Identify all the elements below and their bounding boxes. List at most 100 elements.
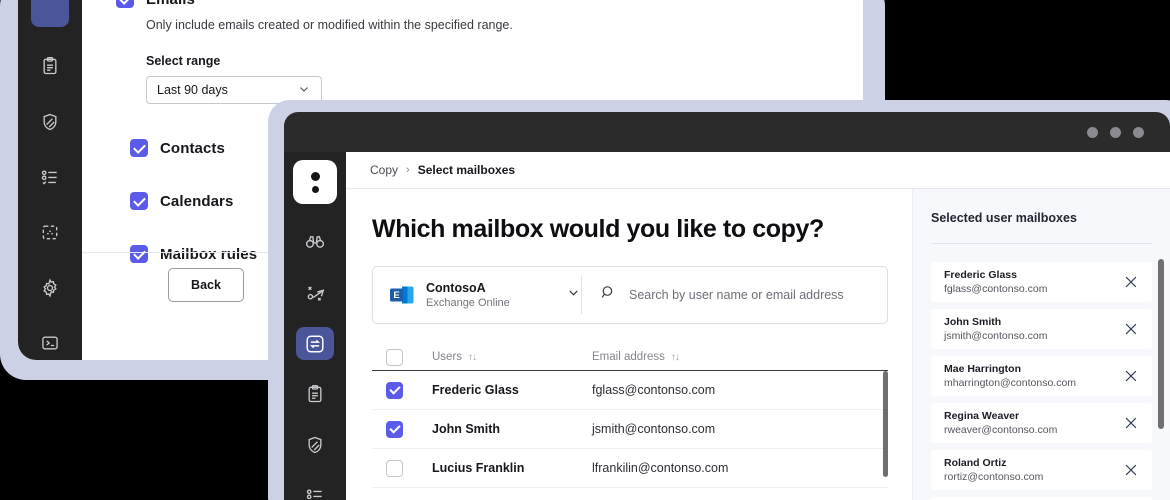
chevron-down-icon bbox=[297, 82, 311, 99]
panel-divider bbox=[931, 243, 1152, 244]
table-body: Frederic Glass fglass@contonso.com John … bbox=[372, 370, 888, 488]
window-dot-minimize[interactable] bbox=[1087, 126, 1098, 138]
list-item-text: John Smith jsmith@contonso.com bbox=[944, 316, 1122, 342]
close-icon[interactable] bbox=[1122, 367, 1140, 385]
selected-panel-title: Selected user mailboxes bbox=[931, 211, 1077, 225]
calendars-label: Calendars bbox=[160, 192, 234, 210]
tenant-selector[interactable]: E ContosoA Exchange Online bbox=[373, 281, 581, 309]
search-field[interactable]: Search by user name or email address bbox=[582, 284, 887, 306]
row-checkbox[interactable] bbox=[386, 381, 403, 399]
select-all-cell[interactable] bbox=[386, 348, 432, 366]
search-input[interactable]: Search by user name or email address bbox=[629, 288, 844, 302]
table-row[interactable]: John Smith jsmith@contonso.com bbox=[372, 410, 888, 449]
calendars-checkbox[interactable] bbox=[130, 192, 148, 210]
clipboard-icon bbox=[40, 56, 60, 76]
list-item-email: jsmith@contonso.com bbox=[944, 330, 1048, 342]
svg-text:E: E bbox=[393, 290, 399, 301]
sidebar-item-tasks[interactable] bbox=[296, 479, 334, 500]
list-item-text: Frederic Glass fglass@contonso.com bbox=[944, 269, 1122, 295]
users-table: Users ↑↓ Email address ↑↓ Frederic Glass… bbox=[372, 344, 888, 488]
close-icon[interactable] bbox=[1122, 320, 1140, 338]
list-item-email: rweaver@contonso.com bbox=[944, 424, 1058, 436]
sidebar-item-terminal[interactable] bbox=[31, 327, 69, 360]
main-pane: Which mailbox would you like to copy? E bbox=[346, 189, 912, 500]
sidebar-item-discovery[interactable] bbox=[296, 226, 334, 259]
emails-checkbox-row[interactable]: Emails bbox=[116, 0, 835, 8]
sidebar-item-clipboard[interactable] bbox=[31, 49, 69, 82]
tenant-subtitle: Exchange Online bbox=[426, 297, 510, 309]
sidebar-item-checklist[interactable] bbox=[31, 160, 69, 193]
sidebar-item-settings[interactable] bbox=[31, 271, 69, 304]
sidebar-item-shield[interactable] bbox=[31, 105, 69, 138]
emails-help-text: Only include emails created or modified … bbox=[146, 18, 513, 32]
checklist-icon bbox=[40, 167, 60, 187]
title-bar bbox=[284, 112, 1170, 152]
selected-panel-scrollbar[interactable] bbox=[1158, 259, 1164, 429]
list-item[interactable]: Mae Harrington mharrington@contonso.com bbox=[931, 356, 1152, 396]
row-checkbox[interactable] bbox=[386, 459, 403, 477]
list-item-text: Roland Ortiz rortiz@contonso.com bbox=[944, 457, 1122, 483]
list-item-email: mharrington@contonso.com bbox=[944, 377, 1077, 389]
select-range-value: Last 90 days bbox=[157, 83, 228, 97]
breadcrumb-root[interactable]: Copy bbox=[370, 163, 398, 177]
column-header-email[interactable]: Email address ↑↓ bbox=[592, 351, 888, 363]
column-header-users[interactable]: Users ↑↓ bbox=[432, 351, 592, 363]
terminal-icon bbox=[40, 333, 60, 353]
search-icon bbox=[600, 284, 617, 306]
emails-label: Emails bbox=[146, 0, 195, 8]
sidebar-item-active-tile[interactable] bbox=[31, 0, 69, 28]
select-all-checkbox[interactable] bbox=[386, 348, 403, 366]
row-select-cell[interactable] bbox=[386, 420, 432, 438]
checklist-icon bbox=[305, 486, 325, 500]
selected-mailboxes-list: Frederic Glass fglass@contonso.com John … bbox=[931, 262, 1152, 500]
table-row[interactable]: Lucius Franklin lfrankilin@contonso.com bbox=[372, 449, 888, 488]
breadcrumb-separator-icon: › bbox=[406, 164, 410, 176]
window-dot-maximize[interactable] bbox=[1110, 126, 1121, 138]
emails-checkbox[interactable] bbox=[116, 0, 134, 8]
app-logo bbox=[293, 160, 337, 204]
tenant-search-bar: E ContosoA Exchange Online Search by use… bbox=[372, 266, 888, 324]
list-item-text: Regina Weaver rweaver@contonso.com bbox=[944, 410, 1122, 436]
chevron-down-icon bbox=[566, 285, 581, 305]
row-select-cell[interactable] bbox=[386, 381, 432, 399]
sidebar-item-copy[interactable] bbox=[296, 327, 334, 361]
mailbox-rules-checkbox[interactable] bbox=[130, 245, 148, 263]
list-item-name: Frederic Glass bbox=[944, 269, 1017, 281]
contacts-checkbox[interactable] bbox=[130, 139, 148, 157]
list-item-name: John Smith bbox=[944, 316, 1002, 328]
two-dots-logo-icon bbox=[310, 171, 320, 181]
list-item-name: Roland Ortiz bbox=[944, 457, 1007, 469]
page-title: Which mailbox would you like to copy? bbox=[372, 215, 824, 243]
clipboard-icon bbox=[305, 384, 325, 404]
table-row[interactable]: Frederic Glass fglass@contonso.com bbox=[372, 371, 888, 410]
close-icon[interactable] bbox=[1122, 461, 1140, 479]
contacts-label: Contacts bbox=[160, 139, 225, 157]
sort-icon[interactable]: ↑↓ bbox=[468, 352, 477, 363]
close-icon[interactable] bbox=[1122, 273, 1140, 291]
sort-icon[interactable]: ↑↓ bbox=[671, 352, 680, 363]
binoculars-icon bbox=[304, 231, 326, 253]
list-item[interactable]: John Smith jsmith@contonso.com bbox=[931, 309, 1152, 349]
breadcrumb-current: Select mailboxes bbox=[417, 163, 516, 177]
window-dot-close[interactable] bbox=[1133, 126, 1144, 138]
row-select-cell[interactable] bbox=[386, 459, 432, 477]
row-user-email: lfrankilin@contonso.com bbox=[592, 461, 729, 475]
table-scrollbar[interactable] bbox=[883, 371, 888, 477]
sidebar-item-migration[interactable] bbox=[296, 277, 334, 310]
sidebar-item-calendar[interactable] bbox=[31, 216, 69, 249]
list-item[interactable]: Regina Weaver rweaver@contonso.com bbox=[931, 403, 1152, 443]
back-button[interactable]: Back bbox=[168, 268, 244, 302]
sidebar-item-reports[interactable] bbox=[296, 378, 334, 411]
close-icon[interactable] bbox=[1122, 414, 1140, 432]
shield-icon bbox=[40, 112, 60, 132]
list-item-email: rortiz@contonso.com bbox=[944, 471, 1044, 483]
screenshot-stage: Emails Only include emails created or mo… bbox=[0, 0, 1170, 500]
panes: Which mailbox would you like to copy? E bbox=[346, 189, 1170, 500]
selected-mailboxes-panel: Selected user mailboxes Frederic Glass f… bbox=[912, 189, 1170, 500]
row-checkbox[interactable] bbox=[386, 420, 403, 438]
sidebar-item-security[interactable] bbox=[296, 429, 334, 462]
shield-icon bbox=[305, 435, 325, 455]
list-item[interactable]: Frederic Glass fglass@contonso.com bbox=[931, 262, 1152, 302]
list-item[interactable]: Roland Ortiz rortiz@contonso.com bbox=[931, 450, 1152, 490]
tenant-name: ContosoA bbox=[426, 281, 486, 295]
